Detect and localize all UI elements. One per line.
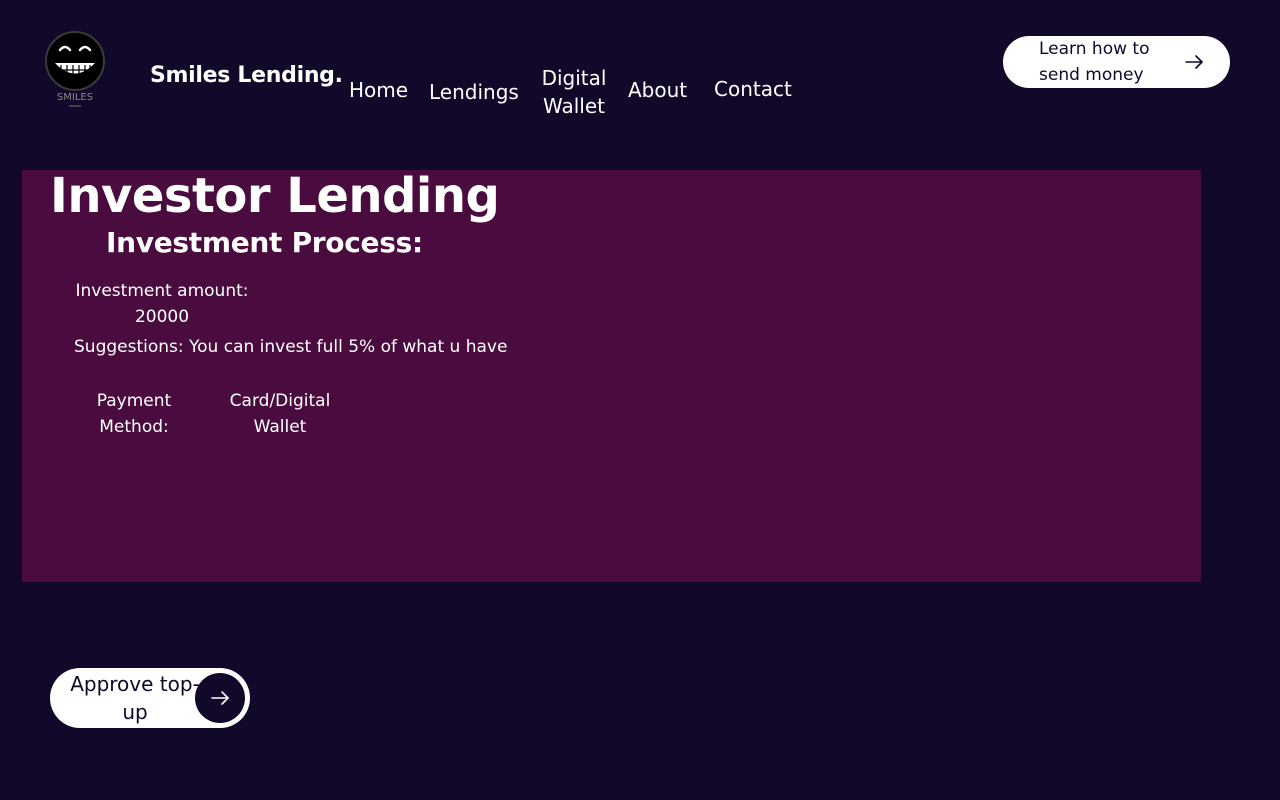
arrow-right-icon [1185,55,1203,69]
page-title: Investor Lending [50,168,500,224]
investment-amount-value: 20000 [134,307,190,327]
logo[interactable]: SMILES [44,30,106,110]
approve-top-up-button[interactable]: Approve top-up [50,668,250,728]
payment-method-value: Card/Digital Wallet [229,391,331,437]
arrow-right-icon [211,691,229,705]
smiling-face-logo-icon: SMILES [45,31,105,107]
suggestions-text: Suggestions: You can invest full 5% of w… [74,337,508,357]
investment-amount-label: Investment amount: [75,281,249,301]
learn-send-money-button[interactable]: Learn how to send money [1003,36,1230,88]
nav-about[interactable]: About [628,76,687,104]
nav-home[interactable]: Home [349,76,408,104]
nav-lendings[interactable]: Lendings [429,78,519,106]
approve-arrow-circle [195,673,245,723]
payment-method-label: Payment Method: [96,391,172,437]
learn-send-money-label: Learn how to send money [1039,39,1150,85]
nav-digital-wallet[interactable]: Digital Wallet [537,64,611,120]
nav-contact[interactable]: Contact [714,75,792,103]
approve-top-up-label: Approve top-up [70,672,200,724]
logo-text: SMILES [57,92,93,103]
brand-name[interactable]: Smiles Lending. [150,63,343,88]
section-title: Investment Process: [106,226,423,259]
